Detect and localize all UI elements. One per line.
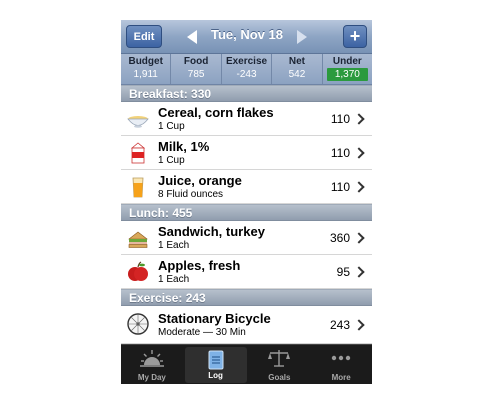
- item-serving: 1 Each: [158, 240, 190, 251]
- summary-label: Budget: [128, 56, 163, 67]
- next-day-icon[interactable]: [297, 30, 307, 44]
- item-calories: 243: [329, 318, 350, 332]
- chevron-right-icon: [353, 113, 365, 125]
- log-row-juice[interactable]: Juice, orange 8 Fluid ounces 110: [121, 170, 372, 204]
- under-badge: 1,370: [326, 68, 369, 81]
- tab-label: Goals: [268, 373, 291, 382]
- log-row-sandwich[interactable]: Sandwich, turkey 1 Each 360: [121, 221, 372, 255]
- tab-bar: My Day Log Goals More: [121, 344, 372, 384]
- juice-glass-icon: [132, 177, 144, 198]
- milk-carton-icon: [130, 142, 146, 164]
- summary-label: Food: [183, 56, 209, 67]
- log-row-bicycle[interactable]: Stationary Bicycle Moderate — 30 Min 243: [121, 306, 372, 344]
- item-title: Milk, 1%: [158, 139, 210, 154]
- tab-label: My Day: [137, 373, 166, 382]
- summary-label: Exercise: [225, 56, 268, 67]
- tab-more[interactable]: More: [310, 345, 372, 384]
- log-book-icon: [208, 350, 224, 370]
- summary-value: 1,911: [133, 69, 158, 80]
- chevron-right-icon: [353, 181, 365, 193]
- log-row-milk[interactable]: Milk, 1% 1 Cup 110: [121, 136, 372, 170]
- summary-budget: Budget 1,911: [121, 54, 172, 84]
- summary-label: Under: [332, 56, 362, 67]
- item-title: Cereal, corn flakes: [158, 105, 274, 120]
- item-calories: 95: [336, 265, 350, 279]
- tab-my-day[interactable]: My Day: [121, 345, 183, 384]
- more-dots-icon: [331, 355, 351, 361]
- item-title: Sandwich, turkey: [158, 224, 265, 239]
- summary-value: 542: [288, 69, 306, 80]
- tab-goals[interactable]: Goals: [249, 345, 311, 384]
- item-title: Juice, orange: [158, 173, 242, 188]
- section-header-exercise: Exercise: 243: [121, 289, 372, 306]
- tab-label: Log: [208, 371, 223, 380]
- item-serving: 8 Fluid ounces: [158, 189, 224, 200]
- summary-value: -243: [236, 69, 257, 80]
- phone-screen: Edit Tue, Nov 18 + Budget 1,911 Food 785…: [121, 20, 372, 384]
- cereal-bowl-icon: [127, 116, 149, 128]
- item-calories: 110: [330, 180, 350, 194]
- item-serving: 1 Cup: [158, 121, 185, 132]
- item-calories: 110: [330, 146, 350, 160]
- date-title: Tue, Nov 18: [210, 27, 283, 42]
- log-row-cereal[interactable]: Cereal, corn flakes 1 Cup 110: [121, 102, 372, 136]
- scale-icon: [268, 350, 291, 367]
- log-row-apple[interactable]: Apples, fresh 1 Each 95: [121, 255, 372, 289]
- sandwich-icon: [128, 231, 148, 248]
- tab-log[interactable]: Log: [184, 347, 247, 383]
- item-title: Apples, fresh: [158, 258, 241, 273]
- item-calories: 360: [329, 231, 350, 245]
- item-serving: 1 Each: [158, 274, 190, 285]
- item-title: Stationary Bicycle: [158, 311, 271, 326]
- tab-label: More: [331, 373, 351, 382]
- edit-button[interactable]: Edit: [126, 25, 162, 48]
- item-serving: Moderate — 30 Min: [158, 327, 246, 338]
- chevron-right-icon: [353, 232, 365, 244]
- bicycle-wheel-icon: [127, 313, 149, 335]
- add-button[interactable]: +: [343, 25, 367, 48]
- sunrise-icon: [139, 350, 164, 367]
- summary-under: Under 1,370: [323, 54, 372, 84]
- calorie-summary-bar: Budget 1,911 Food 785 Exercise -243 Net …: [121, 54, 372, 85]
- navigation-bar: Edit Tue, Nov 18 +: [121, 20, 372, 54]
- item-calories: 110: [330, 112, 350, 126]
- section-header-lunch: Lunch: 455: [121, 204, 372, 221]
- apple-icon: [128, 261, 148, 281]
- summary-value: 785: [187, 69, 205, 80]
- chevron-right-icon: [353, 266, 365, 278]
- summary-exercise: Exercise -243: [222, 54, 273, 84]
- chevron-right-icon: [353, 147, 365, 159]
- chevron-right-icon: [353, 319, 365, 331]
- section-header-breakfast: Breakfast: 330: [121, 85, 372, 102]
- summary-label: Net: [288, 56, 305, 67]
- item-serving: 1 Cup: [158, 155, 185, 166]
- summary-food: Food 785: [171, 54, 222, 84]
- summary-net: Net 542: [272, 54, 323, 84]
- previous-day-icon[interactable]: [187, 30, 197, 44]
